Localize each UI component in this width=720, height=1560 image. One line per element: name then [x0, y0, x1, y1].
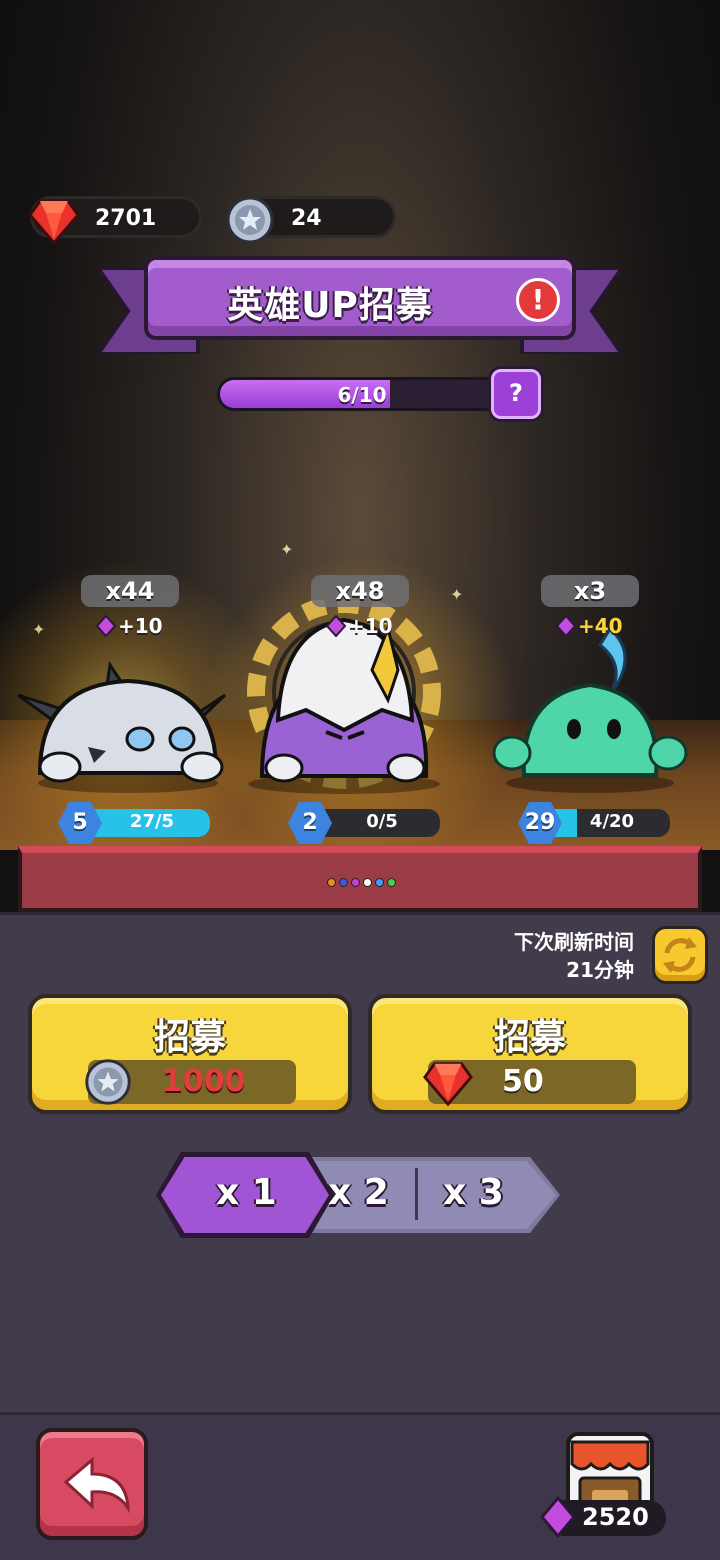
- coin-count: 24: [291, 206, 322, 231]
- coin-icon: [85, 1059, 131, 1105]
- purple-gem-icon: [326, 615, 346, 637]
- refresh-icon: [663, 937, 697, 973]
- multiplier-x1[interactable]: x 1: [216, 1172, 277, 1213]
- recruit-cost: 1000: [85, 1059, 296, 1105]
- hero-1-bonus-value: +10: [118, 614, 163, 638]
- purple-gem-icon: [96, 615, 116, 637]
- multiplier-divider: [415, 1168, 418, 1220]
- hero-3-level: 29 4/20: [518, 802, 670, 844]
- ruby-count: 2701: [95, 206, 157, 231]
- refresh-button[interactable]: [652, 926, 708, 984]
- refresh-label: 下次刷新时间: [514, 930, 634, 954]
- refresh-timer: 下次刷新时间 21分钟: [514, 928, 634, 984]
- page-dot[interactable]: [327, 878, 336, 887]
- hero-2-count: x48: [311, 575, 409, 607]
- recruit-coin-button[interactable]: 招募 1000: [28, 994, 352, 1114]
- recruit-cost-value: 1000: [162, 1064, 246, 1099]
- page-dot[interactable]: [363, 878, 372, 887]
- help-button[interactable]: ?: [491, 369, 541, 419]
- hero-green-slime[interactable]: [490, 625, 690, 795]
- hero-1-bonus: +10: [96, 614, 163, 638]
- coin-counter[interactable]: 24: [226, 196, 396, 244]
- recruit-label: 招募: [153, 1017, 226, 1058]
- purple-gem-icon: [540, 1496, 576, 1538]
- hero-1-level: 5 27/5: [58, 802, 210, 844]
- hero-1-count: x44: [81, 575, 179, 607]
- exp-bar: 4/20: [554, 809, 670, 837]
- multiplier-x2[interactable]: x 2: [328, 1172, 389, 1213]
- page-dot[interactable]: [375, 878, 384, 887]
- hero-2-bonus: +10: [326, 614, 393, 638]
- recruit-ruby-button[interactable]: 招募 50: [368, 994, 692, 1114]
- ruby-counter[interactable]: 2701: [28, 196, 202, 246]
- exp-text: 27/5: [129, 811, 175, 832]
- back-arrow-icon: [63, 1456, 130, 1514]
- game-screen: ✦ ✦ ✦ ✦ 2701 24 英雄UP招募 ! 6/10 ?: [0, 0, 720, 1560]
- exp-bar: 27/5: [94, 809, 210, 837]
- exp-text: 4/20: [589, 811, 635, 832]
- hero-3-bonus: +40: [556, 614, 623, 638]
- recruit-cost: 50: [423, 1060, 636, 1107]
- sparkle: ✦: [280, 540, 294, 559]
- exp-bar: 0/5: [324, 809, 440, 837]
- hero-2-level: 2 0/5: [288, 802, 440, 844]
- recruit-label: 招募: [493, 1017, 566, 1058]
- hero-2-bonus-value: +10: [348, 614, 393, 638]
- exp-text: 0/5: [366, 811, 398, 832]
- page-dot[interactable]: [339, 878, 348, 887]
- progress-text: 6/10: [337, 383, 387, 407]
- purple-gem-icon: [556, 615, 576, 637]
- refresh-time: 21分钟: [566, 958, 634, 982]
- banner-title: 英雄UP招募: [227, 285, 433, 326]
- title-banner: 英雄UP招募 !: [144, 256, 576, 340]
- page-dots[interactable]: [327, 878, 396, 887]
- alert-icon[interactable]: !: [516, 278, 560, 322]
- hero-3-bonus-value: +40: [578, 614, 623, 638]
- back-button[interactable]: [36, 1428, 148, 1540]
- recruit-cost-value: 50: [502, 1064, 544, 1099]
- ruby-icon: [28, 199, 80, 246]
- hero-3-count: x3: [541, 575, 639, 607]
- recruit-progress: 6/10: [217, 377, 507, 411]
- multiplier-x3[interactable]: x 3: [443, 1172, 504, 1213]
- coin-icon: [226, 196, 274, 244]
- shop-gem-badge: 2520: [540, 1496, 666, 1538]
- hero-spike-slime[interactable]: [10, 655, 240, 795]
- shop-gem-count: 2520: [582, 1503, 649, 1531]
- page-dot[interactable]: [351, 878, 360, 887]
- ruby-icon: [423, 1062, 473, 1107]
- page-dot[interactable]: [387, 878, 396, 887]
